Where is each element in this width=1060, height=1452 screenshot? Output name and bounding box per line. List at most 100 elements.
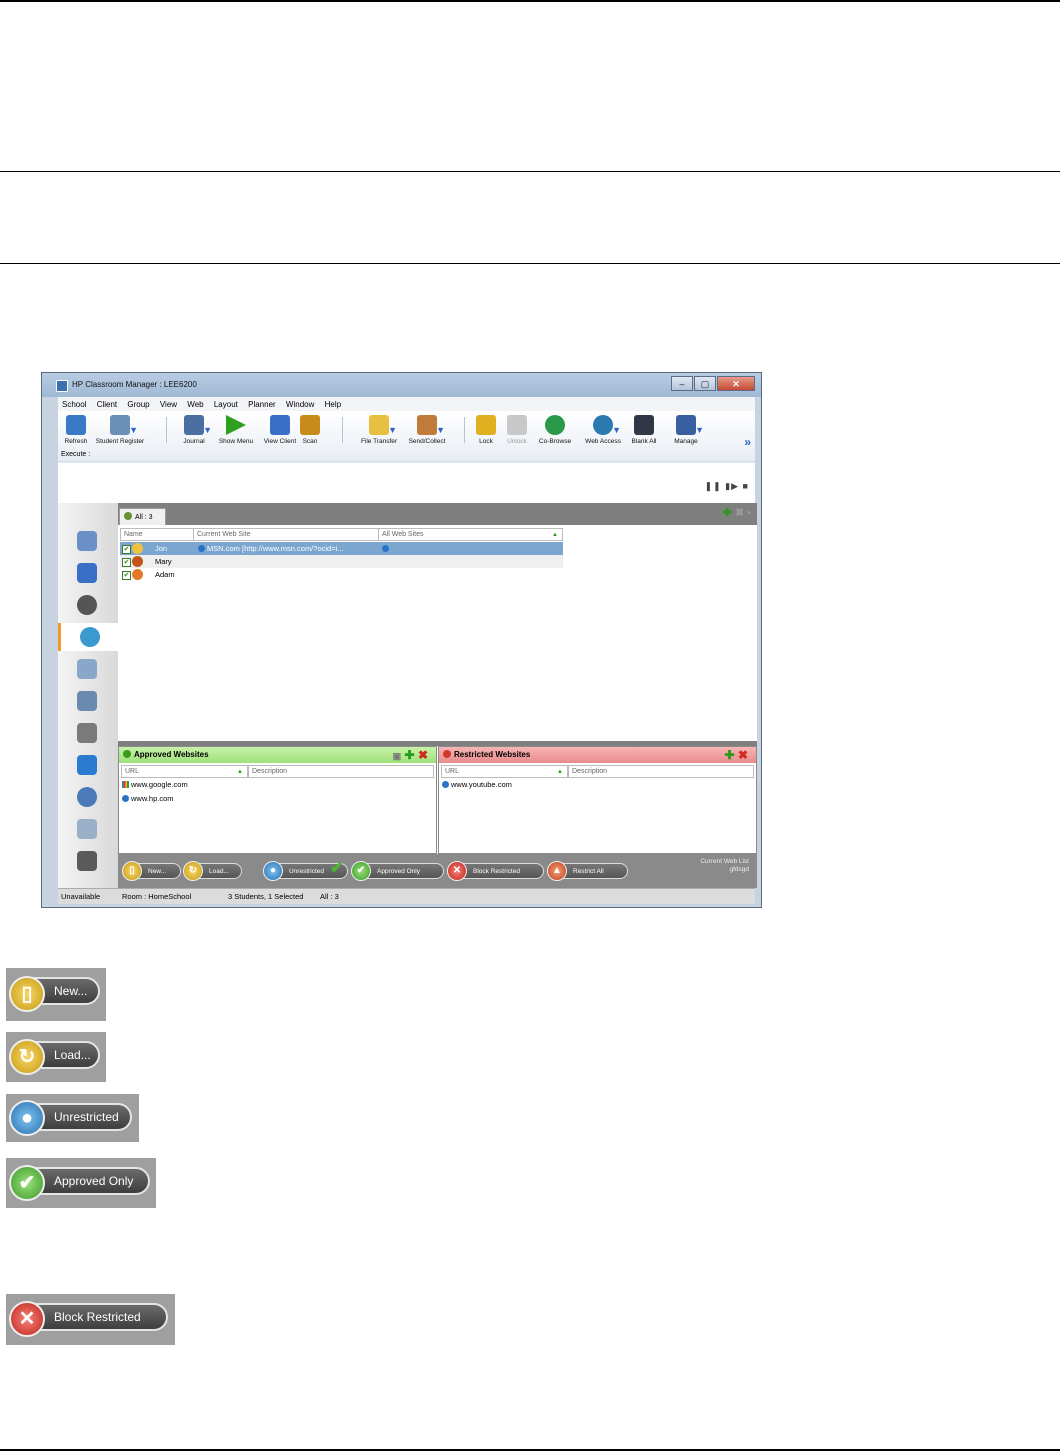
check-icon: ✔ — [9, 1165, 45, 1201]
menu-group[interactable]: Group — [123, 397, 153, 409]
file-transfer-button[interactable]: ▼ File Transfer — [356, 415, 402, 445]
student-name: Jon — [155, 544, 168, 553]
menu-web[interactable]: Web — [183, 397, 207, 409]
large-approved-only-button[interactable]: Approved Only ✔ — [6, 1158, 156, 1208]
current-site-cell: MSN.com [http://www.msn.com/?ocid=i... — [198, 542, 378, 555]
sidebar-item-document[interactable] — [70, 655, 104, 683]
new-document-icon: ▯ — [122, 861, 142, 881]
blank-all-button[interactable]: Blank All — [624, 415, 664, 445]
send-collect-button[interactable]: ▼ Send/Collect — [404, 415, 450, 445]
column-url[interactable]: URL ▲ — [441, 765, 568, 778]
unlock-button[interactable]: Unlock — [500, 415, 534, 445]
check-circle-icon — [123, 750, 131, 758]
row-checkbox[interactable]: ✔ — [122, 571, 131, 580]
close-button[interactable]: ✕ — [717, 376, 755, 391]
disc-icon — [77, 787, 97, 807]
refresh-button[interactable]: Refresh — [56, 415, 96, 445]
large-block-restricted-button[interactable]: Block Restricted ✕ — [6, 1294, 175, 1345]
approved-websites-header: Approved Websites ▣ ✚ ✖ — [119, 747, 436, 763]
sidebar-item-printer[interactable] — [70, 719, 104, 747]
print-icon[interactable]: ▪ — [747, 507, 751, 519]
student-name: Mary — [155, 557, 172, 566]
add-icon[interactable]: ✚ — [405, 748, 415, 762]
large-load-button[interactable]: Load... ↻ — [6, 1032, 106, 1082]
add-icon[interactable]: ✚ — [723, 507, 732, 519]
list-item[interactable]: www.google.com — [119, 778, 436, 792]
row-checkbox[interactable]: ✔ — [122, 558, 131, 567]
restrict-all-button[interactable]: ▲ Restrict All — [547, 861, 628, 881]
column-all-web-sites[interactable]: All Web Sites ▲ — [378, 528, 563, 541]
load-list-button[interactable]: ↻ Load... — [183, 861, 242, 881]
main-panel: All : 3 ✚ ✖ ▪ Name Current Web Site All … — [118, 503, 757, 888]
table-row[interactable]: ✔ Jon MSN.com [http://www.msn.com/?ocid=… — [120, 542, 563, 555]
column-description[interactable]: Description — [568, 765, 754, 778]
execute-strip: ❚❚ ▮▶ ■ — [58, 463, 755, 503]
current-web-list-value: gfdsgd — [729, 866, 749, 873]
sidebar-item-monitor[interactable] — [70, 559, 104, 587]
toolbar-separator — [166, 417, 167, 443]
menu-school[interactable]: School — [58, 397, 90, 409]
new-list-button[interactable]: ▯ New... — [122, 861, 181, 881]
column-name[interactable]: Name — [120, 528, 193, 541]
playback-controls-icon[interactable]: ❚❚ ▮▶ ■ — [705, 481, 749, 492]
list-item[interactable]: www.hp.com — [119, 792, 436, 806]
manage-button[interactable]: ▼ Manage — [666, 415, 706, 445]
web-access-button[interactable]: ▼ Web Access — [580, 415, 626, 445]
add-icon[interactable]: ✚ — [725, 748, 735, 762]
x-circle-icon — [443, 750, 451, 758]
student-register-button[interactable]: ▼ Student Register — [92, 415, 148, 445]
column-url[interactable]: URL ▲ — [121, 765, 248, 778]
row-checkbox[interactable]: ✔ — [122, 545, 131, 554]
delete-icon[interactable]: ✖ — [418, 748, 428, 762]
list-item[interactable]: www.youtube.com — [439, 778, 756, 792]
column-description[interactable]: Description — [248, 765, 434, 778]
sidebar-item-students[interactable] — [70, 527, 104, 555]
scan-button[interactable]: Scan — [292, 415, 328, 445]
menu-layout[interactable]: Layout — [210, 397, 242, 409]
scan-icon — [300, 415, 320, 435]
menu-view[interactable]: View — [156, 397, 181, 409]
sidebar-item-audio[interactable] — [70, 591, 104, 619]
lock-button[interactable]: Lock — [469, 415, 503, 445]
journal-button[interactable]: ▼ Journal — [174, 415, 214, 445]
remove-icon[interactable]: ✖ — [735, 507, 744, 519]
globe-icon: ● — [263, 861, 283, 881]
column-current-web-site[interactable]: Current Web Site — [193, 528, 378, 541]
menu-client[interactable]: Client — [93, 397, 121, 409]
delete-icon[interactable]: ✖ — [738, 748, 748, 762]
menu-help[interactable]: Help — [321, 397, 345, 409]
table-row[interactable]: ✔ Adam — [120, 568, 563, 581]
maximize-button[interactable]: ▢ — [694, 376, 716, 391]
manage-icon: ▼ — [676, 415, 704, 435]
approved-only-button[interactable]: ✔ Approved Only — [351, 861, 444, 881]
headset-icon — [77, 595, 97, 615]
sidebar-item-web[interactable] — [58, 623, 118, 651]
x-icon: ✕ — [447, 861, 467, 881]
load-icon: ↻ — [9, 1039, 45, 1075]
export-icon[interactable]: ▣ — [393, 751, 402, 761]
register-icon: ▼ — [110, 415, 138, 435]
menu-window[interactable]: Window — [282, 397, 318, 409]
sidebar-item-eraser[interactable] — [70, 815, 104, 843]
toolbar: Refresh ▼ Student Register ▼ Journal Show … — [58, 411, 755, 463]
table-row[interactable]: ✔ Mary — [120, 555, 563, 568]
minimize-button[interactable]: – — [671, 376, 693, 391]
block-restricted-button[interactable]: ✕ Block Restricted — [447, 861, 544, 881]
menu-planner[interactable]: Planner — [244, 397, 280, 409]
large-new-button[interactable]: New... ▯ — [6, 968, 106, 1021]
student-avatar — [132, 543, 143, 554]
ie-icon — [442, 781, 449, 788]
app-icon — [56, 380, 68, 392]
globe-icon: ● — [9, 1100, 45, 1136]
title-bar: HP Classroom Manager : LEE6200 – ▢ ✕ — [42, 373, 761, 397]
large-unrestricted-button[interactable]: Unrestricted ● — [6, 1094, 139, 1142]
sidebar-item-clipboard[interactable] — [70, 687, 104, 715]
show-menu-button[interactable]: Show Menu — [216, 415, 256, 445]
group-icon — [124, 512, 132, 520]
sidebar-item-group[interactable] — [70, 751, 104, 779]
tab-all[interactable]: All : 3 — [119, 508, 166, 525]
sidebar-item-disc[interactable] — [70, 783, 104, 811]
sidebar-item-whiteboard[interactable] — [70, 847, 104, 875]
co-browse-button[interactable]: Co-Browse — [532, 415, 578, 445]
toolbar-more-chevron-icon[interactable]: » — [744, 435, 751, 449]
